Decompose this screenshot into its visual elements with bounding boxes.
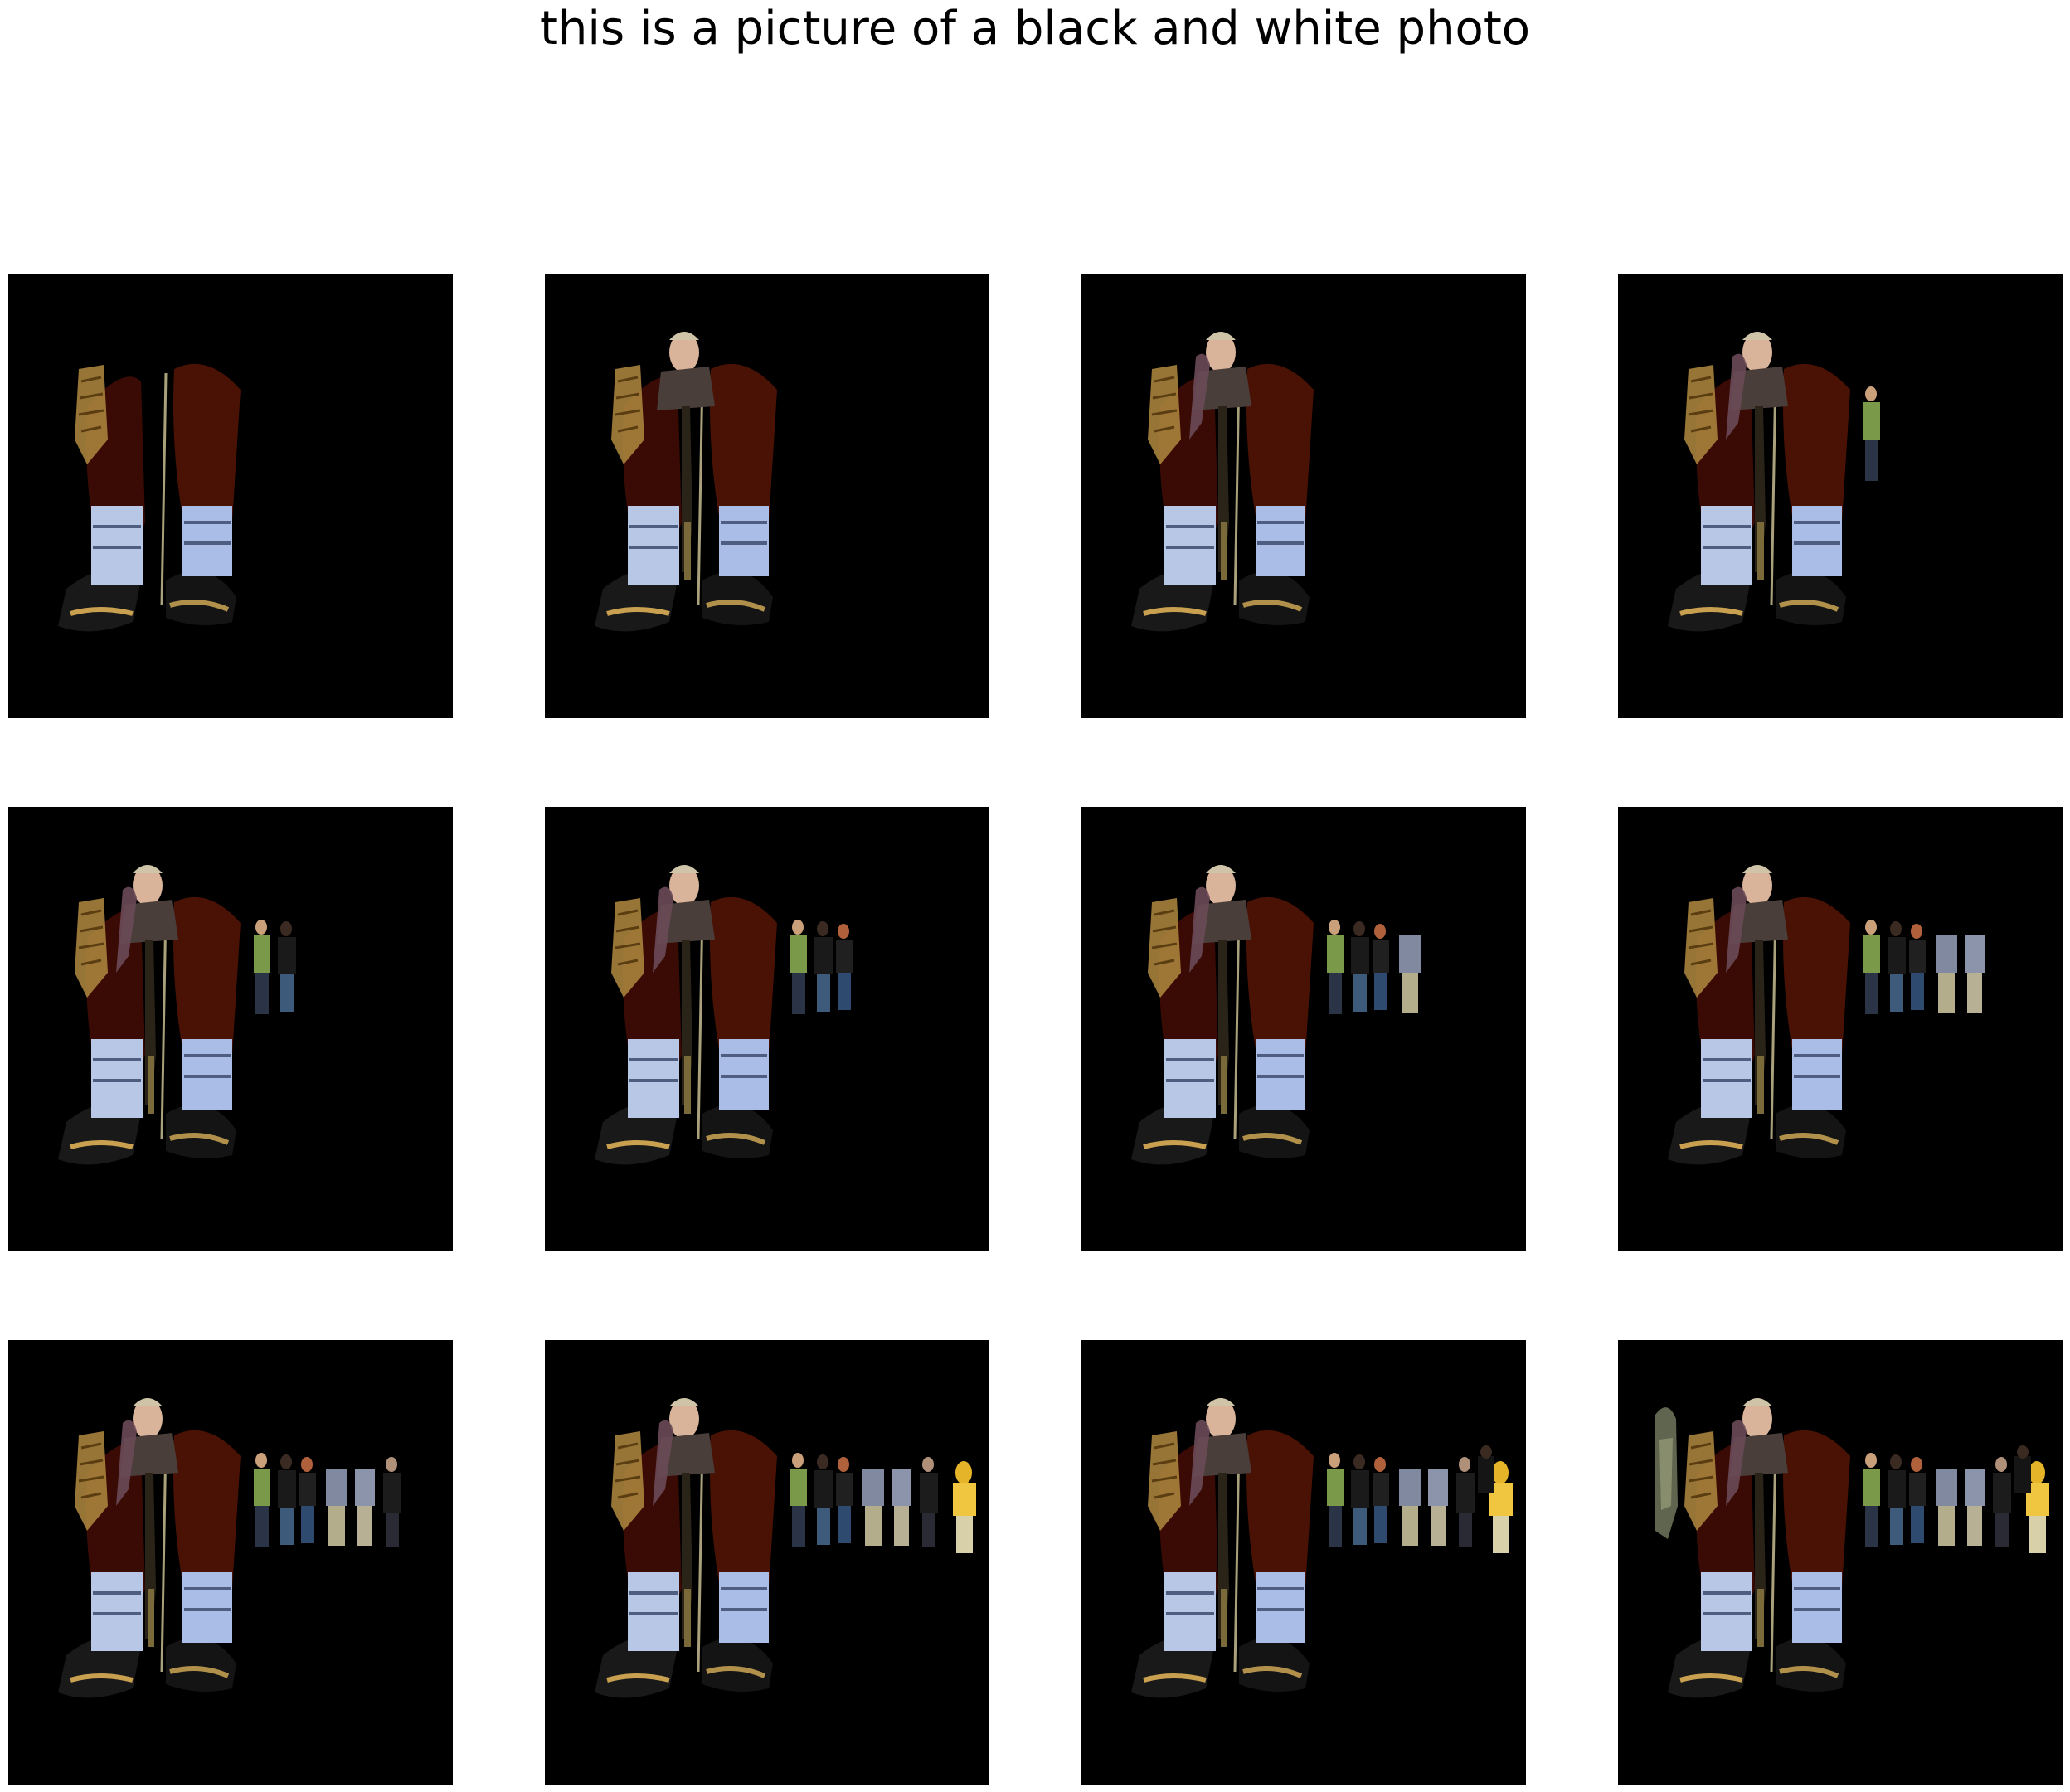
masked-image (1668, 332, 1880, 632)
segment-person-1 (254, 920, 270, 1014)
segment-middle-figure (1755, 1473, 1766, 1647)
image-panel-12 (1618, 1340, 2063, 1785)
segment-person-2 (814, 921, 833, 1012)
segment-person-4 (326, 1469, 347, 1546)
segment-person-4 (1936, 1469, 1957, 1546)
segment-person-2 (1888, 921, 1906, 1012)
image-panel-10 (545, 1340, 989, 1785)
segment-person-2 (1888, 1454, 1906, 1545)
segment-person-4 (1936, 935, 1957, 1013)
image-panel-9 (8, 1340, 453, 1785)
segment-shoes (1131, 570, 1310, 632)
image-panel-4 (1618, 274, 2063, 718)
segment-person-4 (1399, 935, 1421, 1013)
image-panel-6 (545, 807, 989, 1251)
segment-person-1 (1863, 1453, 1880, 1547)
masked-image (1131, 1398, 1513, 1698)
masked-image (1131, 865, 1421, 1165)
image-panel-11 (1081, 1340, 1526, 1785)
image-panel-3 (1081, 274, 1526, 718)
segment-person-5 (1965, 1469, 1985, 1546)
segment-shoes (595, 570, 773, 632)
segment-middle-figure (682, 940, 692, 1114)
segment-person-3 (1373, 1457, 1389, 1543)
segment-person-4 (1399, 1469, 1421, 1546)
segment-person-2 (1351, 1454, 1369, 1545)
segment-person-5 (1428, 1469, 1448, 1546)
image-panel-2 (545, 274, 989, 718)
masked-image (595, 865, 853, 1165)
segment-person-6 (1993, 1457, 2011, 1547)
segment-person-3 (836, 924, 853, 1010)
segment-shoes (1668, 1636, 1846, 1698)
image-panel-1 (8, 274, 453, 718)
segment-person-2 (814, 1454, 833, 1545)
segment-shoes (1131, 1103, 1310, 1165)
image-panel-8 (1618, 807, 2063, 1251)
segment-middle-figure (145, 940, 156, 1114)
segment-person-7 (2014, 1445, 2031, 1493)
masked-image (1655, 1398, 2049, 1698)
masked-image (595, 1398, 976, 1698)
segment-middle-figure (1755, 406, 1766, 580)
segment-person-5 (1965, 935, 1985, 1013)
segment-person-1 (790, 1453, 807, 1547)
segment-person-1 (254, 1453, 270, 1547)
segment-person-2 (278, 921, 296, 1012)
masked-image (58, 1398, 401, 1698)
segment-middle-figure (1218, 406, 1229, 580)
segment-middle-figure (682, 406, 692, 580)
segment-shoes (1668, 1103, 1846, 1165)
segment-person-6 (383, 1457, 401, 1547)
segment-person-4 (862, 1469, 884, 1546)
segment-person-3 (1373, 924, 1389, 1010)
masked-image (58, 865, 296, 1165)
segment-person-2 (1351, 921, 1369, 1012)
segment-person-1 (1863, 920, 1880, 1014)
segment-person-1 (790, 920, 807, 1014)
segment-person-yellow (953, 1461, 976, 1553)
segment-middle-figure (1218, 940, 1229, 1114)
segment-middle-figure (145, 1473, 156, 1647)
segment-person-3 (836, 1457, 853, 1543)
segment-middle-figure (1218, 1473, 1229, 1647)
segment-person-2 (278, 1454, 296, 1545)
segment-person-6 (920, 1457, 938, 1547)
masked-image (1131, 332, 1314, 632)
segment-person-3 (1909, 1457, 1926, 1543)
segment-person-1 (1863, 386, 1880, 481)
segment-middle-figure (682, 1473, 692, 1647)
segment-shoes (595, 1103, 773, 1165)
segment-shoes (1131, 1636, 1310, 1698)
segment-left-figure (1655, 1407, 1678, 1539)
image-panel-7 (1081, 807, 1526, 1251)
segment-man-face (657, 332, 715, 410)
masked-image (58, 363, 241, 632)
masked-image (1668, 865, 1985, 1165)
segment-person-7 (1478, 1445, 1494, 1493)
segment-person-5 (892, 1469, 911, 1546)
segment-shoes (58, 1636, 236, 1698)
segment-shoes (58, 570, 236, 632)
segment-person-5 (355, 1469, 375, 1546)
segment-person-6 (1456, 1457, 1475, 1547)
figure-title: this is a picture of a black and white p… (539, 2, 1531, 56)
segment-person-1 (1327, 920, 1344, 1014)
segment-person-3 (1909, 924, 1926, 1010)
masked-image (595, 332, 777, 632)
segment-shoes (58, 1103, 236, 1165)
segment-person-3 (299, 1457, 316, 1543)
segment-shoes (595, 1636, 773, 1698)
segment-person-1 (1327, 1453, 1344, 1547)
segment-middle-figure (1755, 940, 1766, 1114)
segment-shoes (1668, 570, 1846, 632)
image-panel-5 (8, 807, 453, 1251)
